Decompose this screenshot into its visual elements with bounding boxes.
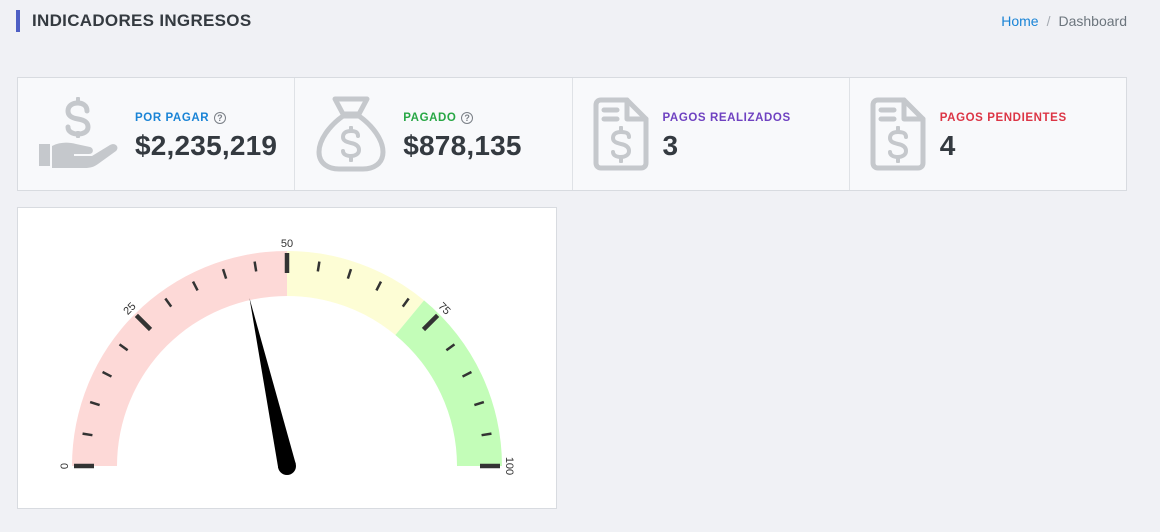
card-label: PAGOS REALIZADOS <box>662 112 791 124</box>
help-icon[interactable]: ? <box>214 112 227 124</box>
invoice-dollar-icon <box>593 78 649 190</box>
gauge-minor-tick <box>316 261 321 272</box>
card-value: 3 <box>662 130 679 161</box>
invoice-dollar-icon <box>870 78 926 190</box>
gauge-minor-tick <box>481 432 492 437</box>
page-title: INDICADORES INGRESOS <box>32 11 252 30</box>
card-label-row: POR PAGAR ? <box>135 110 277 126</box>
card-label: PAGOS PENDIENTES <box>939 112 1067 124</box>
card-value: 4 <box>939 130 956 161</box>
help-icon[interactable]: ? <box>461 112 474 124</box>
gauge-band-1 <box>287 251 425 336</box>
gauge-band-2 <box>395 300 502 466</box>
gauge-tick-label: 100 <box>503 457 515 475</box>
breadcrumb-current: Dashboard <box>1058 13 1128 29</box>
card-por-pagar: POR PAGAR ? $2,235,219 <box>18 78 296 190</box>
card-value: $2,235,219 <box>135 130 278 161</box>
gauge-band-0 <box>72 251 287 466</box>
hand-dollar-icon <box>38 78 120 190</box>
card-pagos-realizados: PAGOS REALIZADOS 3 <box>573 78 850 190</box>
card-pagado: PAGADO ? $878,135 <box>295 78 573 190</box>
page-title-bar: INDICADORES INGRESOS <box>16 10 251 32</box>
gauge-chart: 0255075100 <box>59 238 515 475</box>
money-bag-icon <box>315 78 387 190</box>
gauge-needle-hub <box>278 457 296 475</box>
kpi-cards: POR PAGAR ? $2,235,219 PAGADO ? $878,135… <box>17 77 1127 191</box>
card-pagos-pendientes: PAGOS PENDIENTES 4 <box>850 78 1126 190</box>
gauge-tick-label: 50 <box>281 238 293 250</box>
gauge-tick-label: 0 <box>59 463 71 469</box>
gauge-chart-panel: 0 25 50 75 100 <box>17 207 557 509</box>
card-label-row: PAGADO ? <box>403 110 521 126</box>
gauge-minor-tick <box>82 432 93 437</box>
breadcrumb-home-link[interactable]: Home <box>1001 13 1038 29</box>
card-value: $878,135 <box>403 130 522 161</box>
card-label-row: PAGOS REALIZADOS <box>663 110 791 126</box>
gauge-needle <box>249 298 296 468</box>
card-label-row: PAGOS PENDIENTES <box>940 110 1067 126</box>
gauge-minor-tick <box>253 261 258 272</box>
breadcrumb: Home / Dashboard <box>1001 13 1127 29</box>
breadcrumb-separator: / <box>1046 13 1051 29</box>
card-label: PAGADO <box>403 112 457 124</box>
card-label: POR PAGAR <box>135 112 210 124</box>
